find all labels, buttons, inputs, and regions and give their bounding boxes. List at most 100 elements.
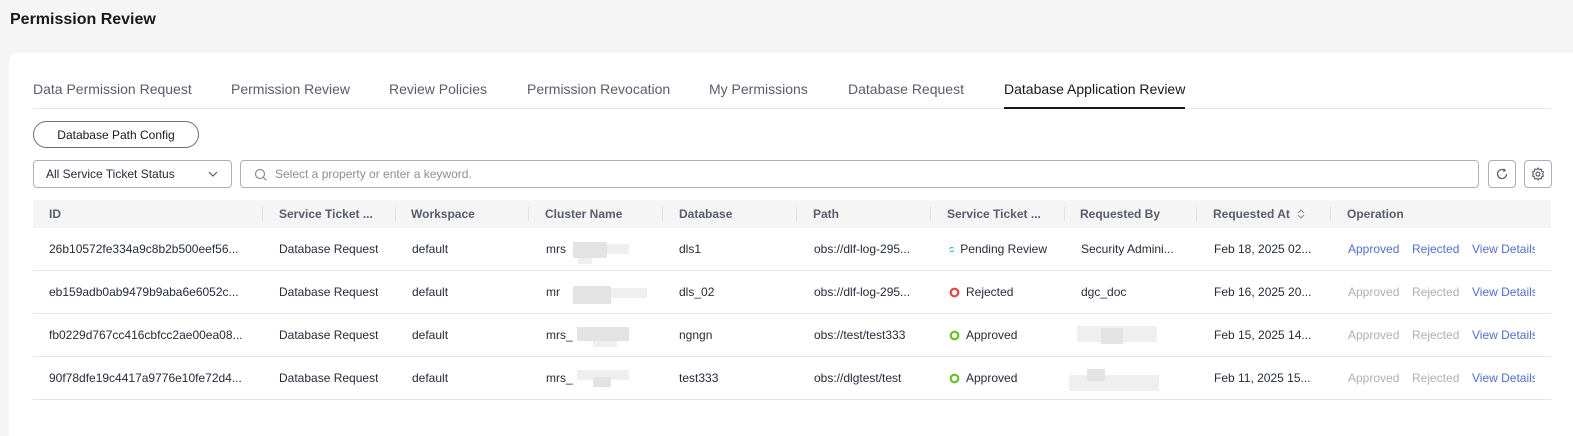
cell-cluster-name: mrs: [546, 242, 566, 256]
cell-database: dls1: [679, 242, 702, 256]
tab-bar: Data Permission Request Permission Revie…: [33, 81, 1551, 109]
col-divider[interactable]: [395, 207, 396, 221]
cell-id: 90f78dfe19c4417a9776e10fe72d4...: [49, 371, 242, 385]
table-row: eb159adb0ab9479b9aba6e6052c... Database …: [33, 271, 1551, 314]
cell-path: obs://dlgtest/test: [814, 371, 902, 385]
reject-link: Rejected: [1412, 371, 1460, 385]
cell-cluster-name: mr: [546, 285, 560, 299]
page-title: Permission Review: [10, 11, 156, 28]
cell-workspace: default: [412, 371, 449, 385]
col-header-requested-at[interactable]: Requested At: [1213, 200, 1306, 228]
cell-ticket-status: Approved: [949, 314, 1047, 356]
approve-link: Approved: [1348, 371, 1400, 385]
col-header-ticket-type: Service Ticket ...: [279, 207, 373, 221]
cell-path: obs://test/test333: [814, 328, 906, 342]
col-header-database: Database: [679, 207, 733, 221]
col-divider[interactable]: [1196, 207, 1197, 221]
tab-review-policies[interactable]: Review Policies: [389, 81, 487, 109]
cell-ticket-status: Pending Review: [949, 228, 1047, 270]
cell-database: dls_02: [679, 285, 715, 299]
col-divider[interactable]: [528, 207, 529, 221]
approve-link[interactable]: Approved: [1348, 228, 1399, 270]
redacted-block: [593, 377, 611, 387]
col-header-path: Path: [813, 207, 840, 221]
approved-status-icon: [949, 373, 960, 383]
col-divider[interactable]: [930, 207, 931, 221]
cell-requested-at: Feb 15, 2025 14...: [1214, 328, 1312, 342]
cell-ticket-status: Rejected: [949, 271, 1047, 313]
tab-permission-review[interactable]: Permission Review: [231, 81, 350, 109]
content-card: Data Permission Request Permission Revie…: [9, 53, 1573, 436]
requested-at-label: Requested At: [1213, 207, 1290, 221]
cell-requested-at: Feb 18, 2025 02...: [1214, 242, 1312, 256]
tab-database-request[interactable]: Database Request: [848, 81, 964, 109]
refresh-button[interactable]: [1488, 160, 1516, 188]
view-details-link[interactable]: View Details: [1472, 228, 1535, 270]
redacted-block: [573, 242, 607, 258]
database-path-config-button[interactable]: Database Path Config: [33, 121, 199, 148]
tab-data-permission-request[interactable]: Data Permission Request: [33, 81, 192, 109]
col-divider[interactable]: [1330, 207, 1331, 221]
rejected-status-icon: [949, 287, 960, 297]
redacted-block: [577, 327, 629, 341]
cell-id: eb159adb0ab9479b9aba6e6052c...: [49, 285, 239, 299]
review-table: ID Service Ticket ... Workspace Cluster …: [33, 200, 1551, 400]
tab-permission-revocation[interactable]: Permission Revocation: [527, 81, 670, 109]
pending-status-icon: [949, 246, 954, 252]
cell-ticket-type: Database Request: [279, 242, 379, 256]
col-divider[interactable]: [262, 207, 263, 221]
search-placeholder: Select a property or enter a keyword.: [275, 167, 472, 181]
table-row: 90f78dfe19c4417a9776e10fe72d4... Databas…: [33, 357, 1551, 400]
view-details-link[interactable]: View Details: [1472, 357, 1535, 399]
col-header-cluster-name: Cluster Name: [545, 207, 623, 221]
table-row: fb0229d767cc416cbfcc2ae00ea08... Databas…: [33, 314, 1551, 357]
reject-link[interactable]: Rejected: [1412, 228, 1459, 270]
redacted-block: [607, 244, 629, 254]
cell-id: 26b10572fe334a9c8b2b500eef56...: [49, 242, 239, 256]
cell-workspace: default: [412, 285, 449, 299]
cell-path: obs://dlf-log-295...: [814, 242, 911, 256]
cell-cluster-name: mrs_: [546, 328, 573, 342]
col-header-id: ID: [49, 207, 61, 221]
redacted-block: [578, 258, 592, 264]
gear-icon: [1531, 167, 1545, 181]
col-header-operation: Operation: [1347, 207, 1404, 221]
redacted-block: [1069, 375, 1159, 391]
cell-workspace: default: [412, 242, 449, 256]
tab-my-permissions[interactable]: My Permissions: [709, 81, 808, 109]
ticket-status-select[interactable]: All Service Ticket Status: [33, 160, 232, 188]
tab-database-application-review[interactable]: Database Application Review: [1004, 81, 1186, 109]
sort-icon[interactable]: [1296, 208, 1306, 220]
search-icon: [254, 168, 267, 181]
table-header: ID Service Ticket ... Workspace Cluster …: [33, 200, 1551, 228]
col-divider[interactable]: [662, 207, 663, 221]
redacted-block: [1087, 369, 1105, 381]
table-row: 26b10572fe334a9c8b2b500eef56... Database…: [33, 228, 1551, 271]
col-divider[interactable]: [1064, 207, 1065, 221]
cell-database: test333: [679, 371, 719, 385]
ticket-status-select-value: All Service Ticket Status: [46, 167, 175, 181]
cell-requested-by: dgc_doc: [1081, 285, 1127, 299]
settings-button[interactable]: [1524, 160, 1552, 188]
reject-link: Rejected: [1412, 285, 1460, 299]
status-text: Pending Review: [960, 242, 1047, 256]
view-details-link[interactable]: View Details: [1472, 314, 1535, 356]
chevron-down-icon: [208, 171, 218, 177]
redacted-block: [593, 341, 617, 347]
col-header-workspace: Workspace: [411, 207, 475, 221]
approved-status-icon: [949, 330, 960, 340]
cell-ticket-type: Database Request: [279, 328, 379, 342]
col-divider[interactable]: [796, 207, 797, 221]
view-details-link[interactable]: View Details: [1472, 271, 1535, 313]
cell-requested-at: Feb 11, 2025 15...: [1214, 371, 1311, 385]
redacted-block: [611, 288, 647, 298]
search-input[interactable]: Select a property or enter a keyword.: [240, 160, 1479, 188]
col-header-ticket-status: Service Ticket ...: [947, 207, 1041, 221]
redacted-block: [1101, 328, 1123, 344]
approve-link: Approved: [1348, 328, 1400, 342]
cell-ticket-status: Approved: [949, 357, 1047, 399]
cell-ticket-type: Database Request: [279, 285, 379, 299]
refresh-icon: [1496, 168, 1508, 180]
status-text: Rejected: [966, 285, 1014, 299]
cell-cluster-name: mrs_: [546, 371, 573, 385]
